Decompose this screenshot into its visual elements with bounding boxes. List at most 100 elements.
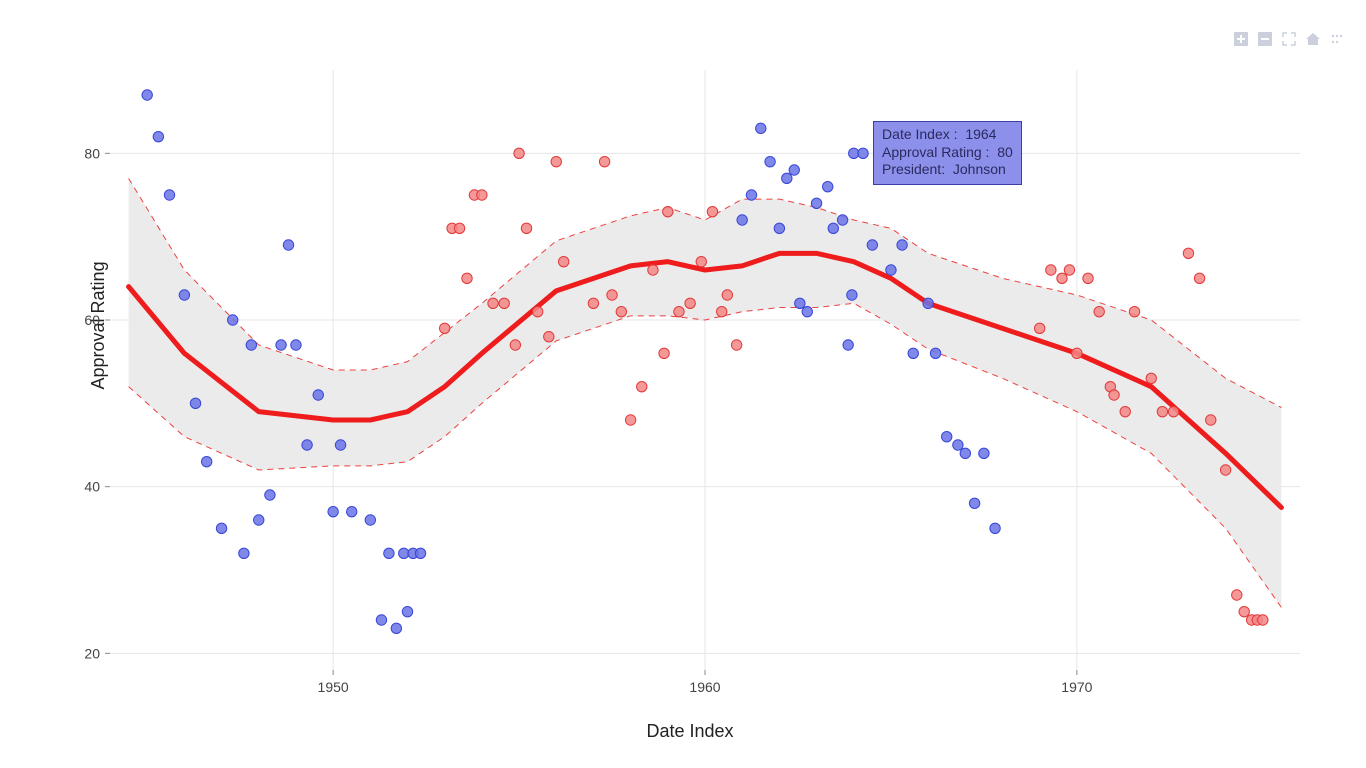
data-point[interactable]	[707, 206, 717, 216]
data-point[interactable]	[942, 431, 952, 441]
data-point[interactable]	[265, 490, 275, 500]
data-point[interactable]	[674, 306, 684, 316]
data-point[interactable]	[499, 298, 509, 308]
data-point[interactable]	[365, 515, 375, 525]
data-point[interactable]	[828, 223, 838, 233]
data-point[interactable]	[335, 440, 345, 450]
data-point[interactable]	[731, 340, 741, 350]
data-point[interactable]	[811, 198, 821, 208]
data-point[interactable]	[1206, 415, 1216, 425]
data-point[interactable]	[969, 498, 979, 508]
data-point[interactable]	[514, 148, 524, 158]
data-point[interactable]	[908, 348, 918, 358]
data-point[interactable]	[588, 298, 598, 308]
data-point[interactable]	[551, 156, 561, 166]
data-point[interactable]	[1232, 590, 1242, 600]
data-point[interactable]	[756, 123, 766, 133]
data-point[interactable]	[625, 415, 635, 425]
data-point[interactable]	[254, 515, 264, 525]
data-point[interactable]	[897, 240, 907, 250]
data-point[interactable]	[616, 306, 626, 316]
data-point[interactable]	[1083, 273, 1093, 283]
data-point[interactable]	[1034, 323, 1044, 333]
data-point[interactable]	[216, 523, 226, 533]
data-point[interactable]	[637, 381, 647, 391]
data-point[interactable]	[532, 306, 542, 316]
data-point[interactable]	[886, 265, 896, 275]
data-point[interactable]	[179, 290, 189, 300]
data-point[interactable]	[717, 306, 727, 316]
data-point[interactable]	[789, 165, 799, 175]
data-point[interactable]	[795, 298, 805, 308]
data-point[interactable]	[823, 181, 833, 191]
data-point[interactable]	[544, 331, 554, 341]
data-point[interactable]	[1183, 248, 1193, 258]
data-point[interactable]	[142, 90, 152, 100]
data-point[interactable]	[847, 290, 857, 300]
data-point[interactable]	[607, 290, 617, 300]
data-point[interactable]	[685, 298, 695, 308]
data-point[interactable]	[923, 298, 933, 308]
data-point[interactable]	[190, 398, 200, 408]
data-point[interactable]	[454, 223, 464, 233]
data-point[interactable]	[663, 206, 673, 216]
data-point[interactable]	[439, 323, 449, 333]
data-point[interactable]	[462, 273, 472, 283]
expand-icon[interactable]	[1280, 30, 1298, 48]
data-point[interactable]	[1239, 606, 1249, 616]
zoom-in-icon[interactable]	[1232, 30, 1250, 48]
data-point[interactable]	[843, 340, 853, 350]
data-point[interactable]	[153, 131, 163, 141]
data-point[interactable]	[276, 340, 286, 350]
data-point[interactable]	[599, 156, 609, 166]
data-point[interactable]	[696, 256, 706, 266]
data-point[interactable]	[746, 190, 756, 200]
data-point[interactable]	[1072, 348, 1082, 358]
data-point[interactable]	[246, 340, 256, 350]
data-point[interactable]	[765, 156, 775, 166]
data-point[interactable]	[164, 190, 174, 200]
data-point[interactable]	[659, 348, 669, 358]
data-point[interactable]	[347, 506, 357, 516]
data-point[interactable]	[415, 548, 425, 558]
data-point[interactable]	[1258, 615, 1268, 625]
data-point[interactable]	[1109, 390, 1119, 400]
data-point[interactable]	[979, 448, 989, 458]
data-point[interactable]	[1129, 306, 1139, 316]
data-point[interactable]	[1064, 265, 1074, 275]
data-point[interactable]	[313, 390, 323, 400]
data-point[interactable]	[1120, 406, 1130, 416]
data-point[interactable]	[328, 506, 338, 516]
zoom-out-icon[interactable]	[1256, 30, 1274, 48]
data-point[interactable]	[990, 523, 1000, 533]
data-point[interactable]	[228, 315, 238, 325]
chart-svg[interactable]: 19501960197020406080	[50, 50, 1330, 750]
data-point[interactable]	[960, 448, 970, 458]
data-point[interactable]	[867, 240, 877, 250]
data-point[interactable]	[782, 173, 792, 183]
data-point[interactable]	[391, 623, 401, 633]
data-point[interactable]	[510, 340, 520, 350]
data-point[interactable]	[1046, 265, 1056, 275]
data-point[interactable]	[1057, 273, 1067, 283]
data-point[interactable]	[384, 548, 394, 558]
data-point[interactable]	[521, 223, 531, 233]
data-point[interactable]	[376, 615, 386, 625]
data-point[interactable]	[837, 215, 847, 225]
data-point[interactable]	[1194, 273, 1204, 283]
home-icon[interactable]	[1304, 30, 1322, 48]
data-point[interactable]	[201, 456, 211, 466]
data-point[interactable]	[648, 265, 658, 275]
data-point[interactable]	[291, 340, 301, 350]
data-point[interactable]	[1146, 373, 1156, 383]
data-point[interactable]	[774, 223, 784, 233]
data-point[interactable]	[402, 606, 412, 616]
data-point[interactable]	[737, 215, 747, 225]
data-point[interactable]	[1157, 406, 1167, 416]
data-point[interactable]	[1168, 406, 1178, 416]
data-point[interactable]	[722, 290, 732, 300]
data-point[interactable]	[858, 148, 868, 158]
data-point[interactable]	[953, 440, 963, 450]
data-point[interactable]	[558, 256, 568, 266]
data-point[interactable]	[477, 190, 487, 200]
